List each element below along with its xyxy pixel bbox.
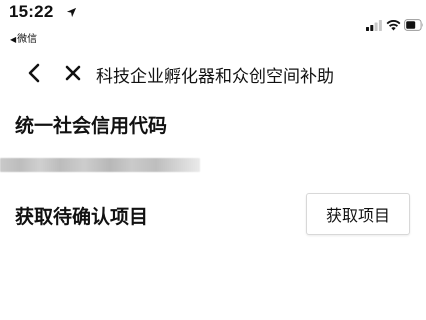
back-triangle-icon: ◀ — [10, 35, 17, 44]
location-arrow-icon — [66, 7, 77, 18]
page-title: 科技企业孵化器和众创空间补助 — [96, 67, 334, 87]
app-screen: 15:22 ◀微信 科技企业孵化器和众创空间补助 统一社会信用代码 获取待确认项… — [0, 0, 426, 320]
credit-code-value — [0, 150, 212, 180]
back-app-label: 微信 — [17, 34, 38, 45]
wifi-icon — [386, 20, 401, 31]
status-time: 15:22 — [9, 2, 54, 21]
nav-bar: 科技企业孵化器和众创空间补助 — [0, 52, 426, 96]
back-to-app-link[interactable]: ◀微信 — [10, 30, 37, 45]
close-icon[interactable] — [64, 64, 82, 82]
confirm-items-label: 获取待确认项目 — [15, 206, 149, 228]
chevron-left-icon[interactable] — [26, 62, 44, 84]
fetch-items-button[interactable]: 获取项目 — [306, 193, 410, 235]
credit-code-redaction — [0, 158, 200, 172]
status-bar: 15:22 ◀微信 — [0, 0, 426, 46]
credit-code-label: 统一社会信用代码 — [15, 115, 168, 137]
battery-icon — [404, 19, 423, 31]
signal-icon — [366, 20, 382, 31]
